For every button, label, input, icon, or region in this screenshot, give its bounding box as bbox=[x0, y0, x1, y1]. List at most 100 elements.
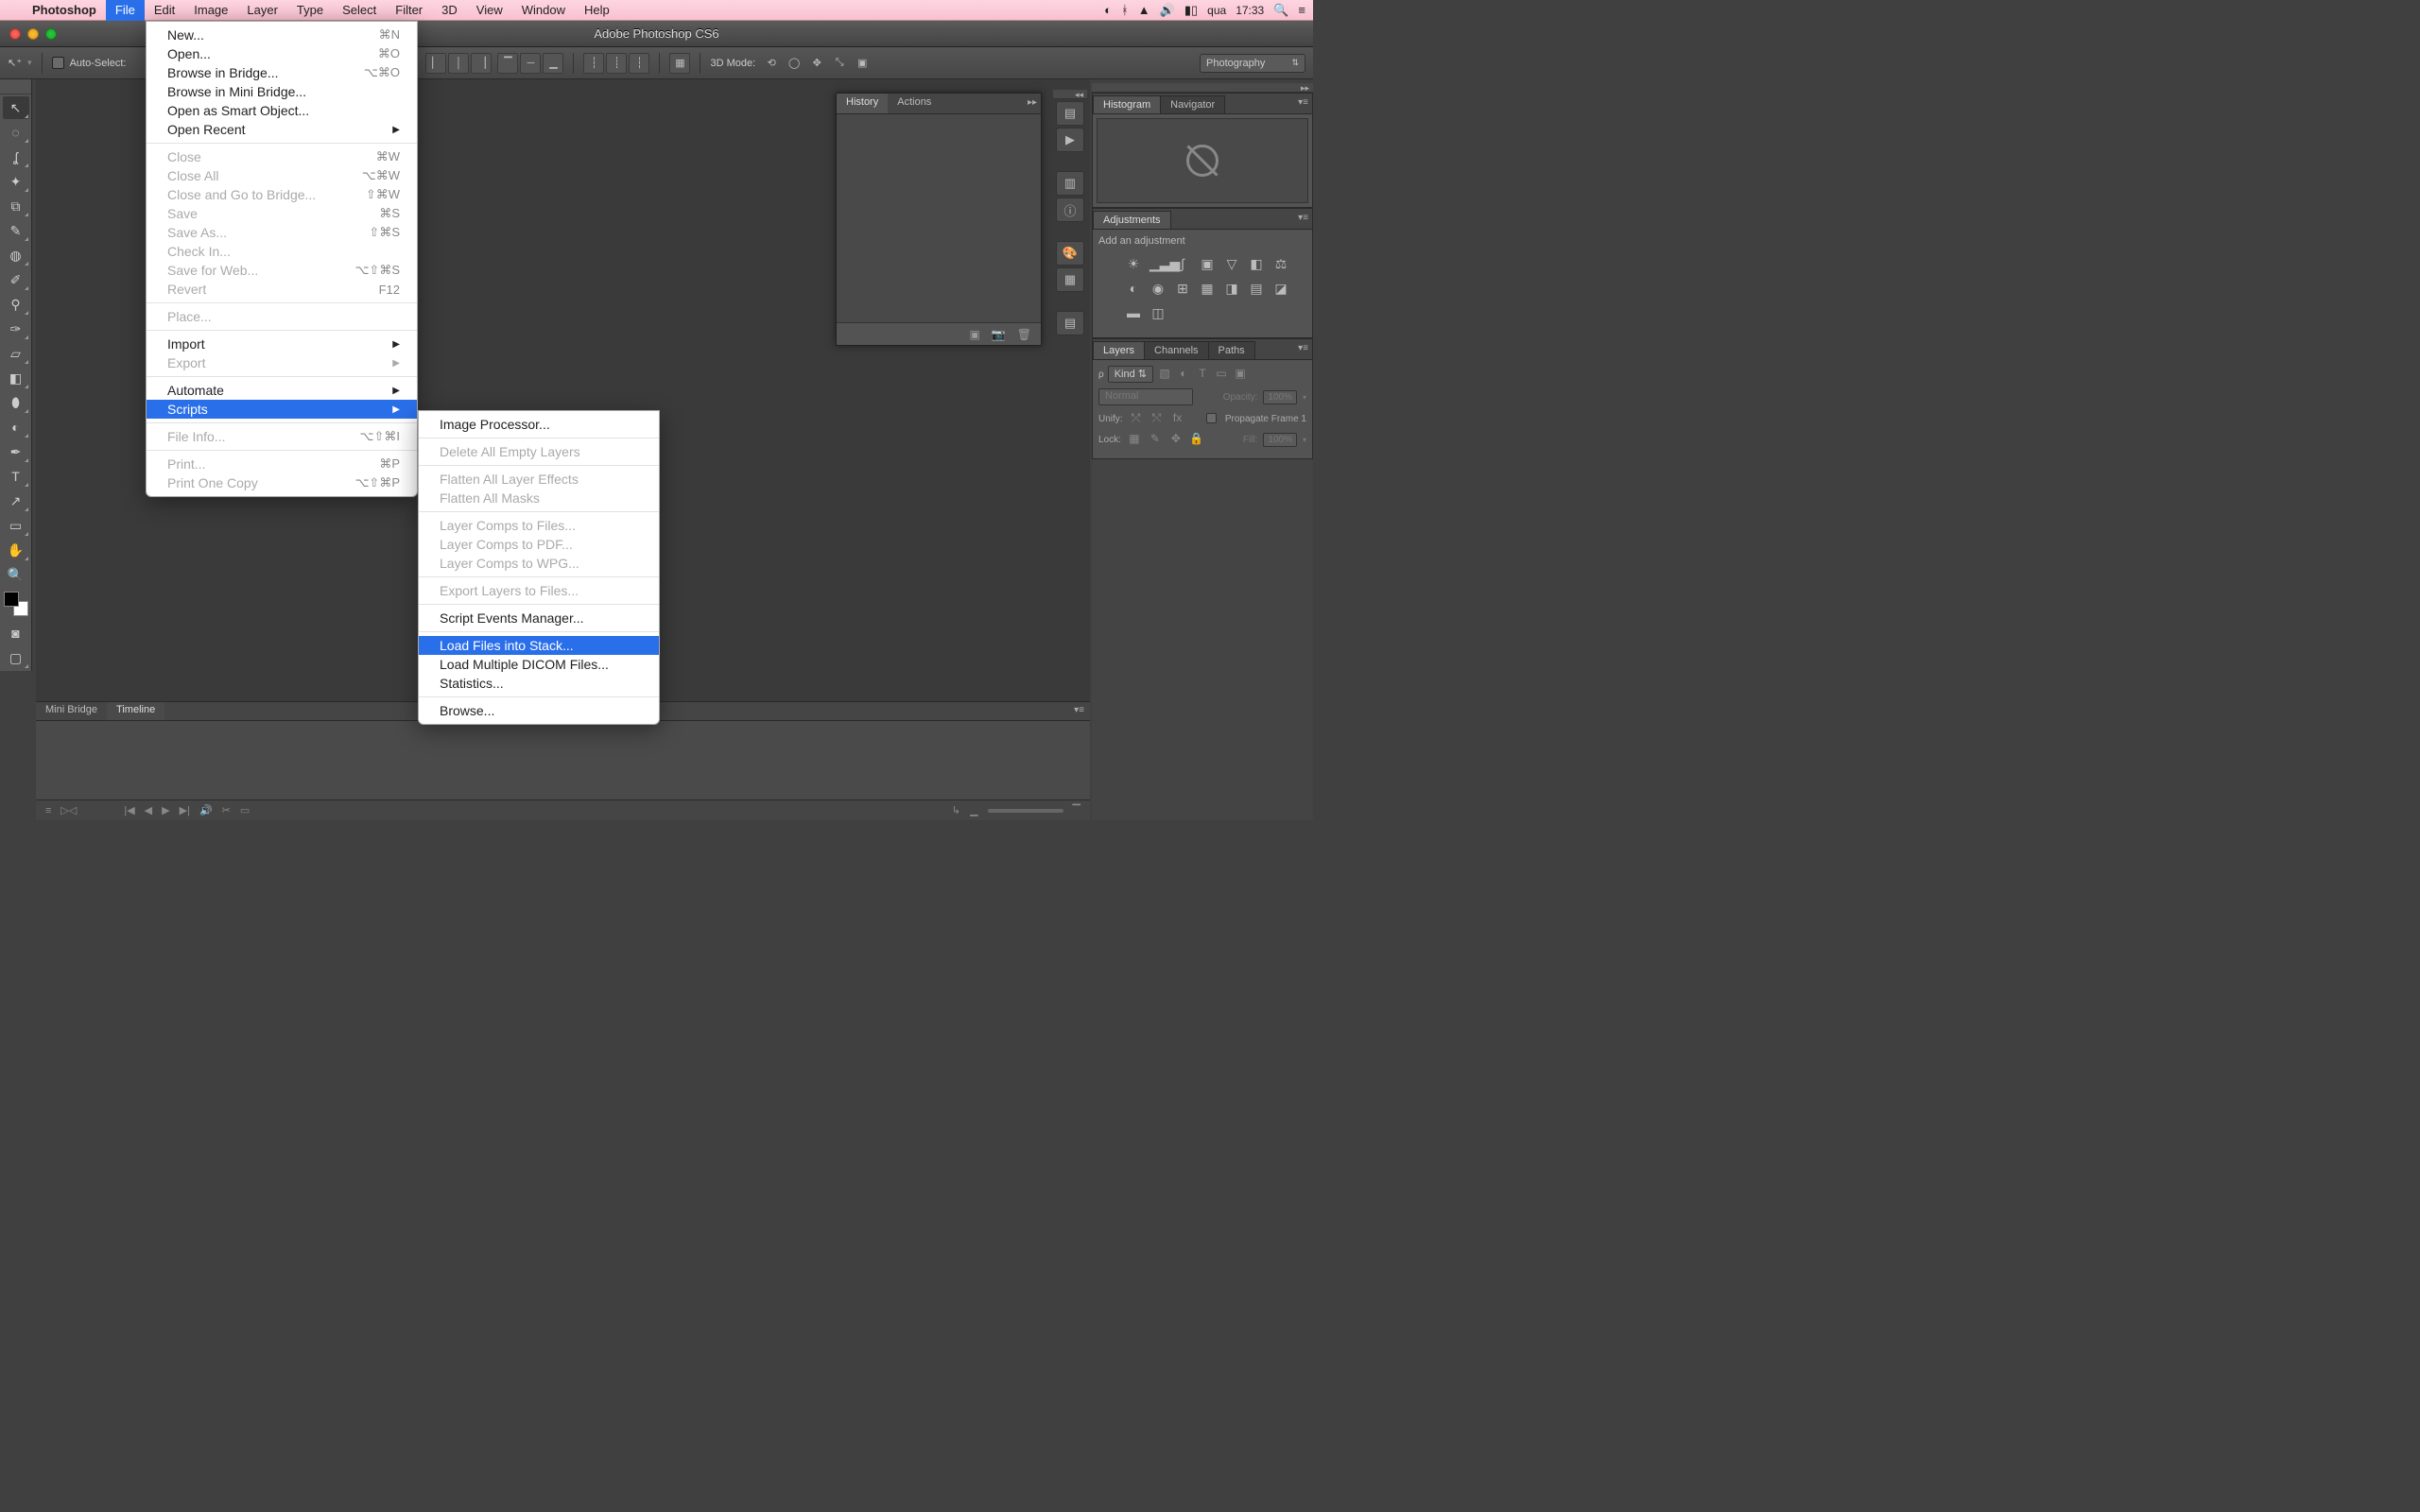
blend-mode-select[interactable]: Normal bbox=[1098, 388, 1193, 405]
zoom-out-icon[interactable]: ▁ bbox=[970, 804, 977, 816]
file-menu-new[interactable]: New...⌘N bbox=[147, 26, 417, 44]
libraries-panel-icon[interactable]: ▤ bbox=[1056, 311, 1084, 335]
menu-edit[interactable]: Edit bbox=[145, 0, 184, 21]
tab-adjustments[interactable]: Adjustments bbox=[1093, 211, 1171, 229]
foreground-color[interactable] bbox=[4, 592, 19, 607]
history-panel-icon[interactable]: ▤ bbox=[1056, 101, 1084, 126]
properties-panel-icon[interactable]: ▥ bbox=[1056, 171, 1084, 196]
hand-tool[interactable]: ✋ bbox=[3, 539, 29, 561]
tab-actions[interactable]: Actions bbox=[888, 94, 941, 113]
selective-color-icon[interactable]: ◫ bbox=[1150, 305, 1167, 322]
lock-image-icon[interactable]: ✎ bbox=[1148, 432, 1163, 447]
invert-icon[interactable]: ◨ bbox=[1223, 281, 1240, 298]
scripts-menu-statistics[interactable]: Statistics... bbox=[419, 674, 659, 693]
posterize-icon[interactable]: ▤ bbox=[1248, 281, 1265, 298]
align-center-v-icon[interactable]: ─ bbox=[520, 53, 541, 74]
eyedropper-tool[interactable]: ✎ bbox=[3, 219, 29, 242]
orbit-3d-icon[interactable]: ⟲ bbox=[761, 53, 782, 74]
clone-stamp-tool[interactable]: ⚲ bbox=[3, 293, 29, 316]
move-tool-icon[interactable]: ↖⁺ bbox=[8, 57, 22, 69]
blur-tool[interactable]: ⬮ bbox=[3, 391, 29, 414]
render-button[interactable]: ↳ bbox=[952, 804, 960, 816]
zoom-in-icon[interactable]: ▔ bbox=[1073, 804, 1080, 816]
history-list[interactable] bbox=[837, 114, 1041, 322]
crop-tool[interactable]: ⧉ bbox=[3, 195, 29, 217]
tab-paths[interactable]: Paths bbox=[1208, 341, 1255, 359]
opacity-field[interactable]: 100% bbox=[1263, 390, 1297, 404]
collapse-handle[interactable]: ◂◂ bbox=[1053, 90, 1087, 99]
window-close-button[interactable] bbox=[9, 28, 21, 40]
scripts-menu-script-events-manager[interactable]: Script Events Manager... bbox=[419, 609, 659, 627]
brightness-contrast-icon[interactable]: ☀ bbox=[1125, 256, 1142, 273]
bw-icon[interactable]: ◐ bbox=[1125, 281, 1142, 298]
menu-select[interactable]: Select bbox=[333, 0, 386, 21]
filter-shape-icon[interactable]: ▭ bbox=[1214, 367, 1229, 382]
pan-3d-icon[interactable]: ✥ bbox=[806, 53, 827, 74]
tab-navigator[interactable]: Navigator bbox=[1160, 95, 1225, 113]
exposure-icon[interactable]: ▣ bbox=[1199, 256, 1216, 273]
unify-style-icon[interactable]: fx bbox=[1170, 411, 1185, 426]
distribute-c-icon[interactable]: ┊ bbox=[606, 53, 627, 74]
color-panel-icon[interactable]: 🎨 bbox=[1056, 241, 1084, 266]
tab-histogram[interactable]: Histogram bbox=[1093, 95, 1161, 113]
distribute-v-icon[interactable]: ┆ bbox=[629, 53, 649, 74]
scale-3d-icon[interactable]: ▣ bbox=[852, 53, 873, 74]
menu-view[interactable]: View bbox=[467, 0, 512, 21]
levels-icon[interactable]: ▁▃▅ bbox=[1150, 256, 1167, 273]
volume-icon[interactable]: 🔊 bbox=[1160, 3, 1175, 18]
file-menu-scripts[interactable]: Scripts▶ bbox=[147, 400, 417, 419]
file-menu-import[interactable]: Import▶ bbox=[147, 335, 417, 353]
sync-icon[interactable]: ◐ bbox=[1104, 3, 1112, 17]
menu-file[interactable]: File bbox=[106, 0, 145, 21]
lasso-tool[interactable]: ʆ bbox=[3, 146, 29, 168]
history-collapse-icon[interactable]: ▸▸ bbox=[1028, 97, 1037, 108]
filter-pixel-icon[interactable]: ▧ bbox=[1157, 367, 1172, 382]
clock-time[interactable]: 17:33 bbox=[1236, 4, 1264, 17]
auto-select-checkbox[interactable] bbox=[52, 57, 64, 69]
first-frame-button[interactable]: |◀ bbox=[124, 804, 134, 816]
dock-collapse-handle[interactable]: ▸▸ bbox=[1092, 83, 1313, 93]
quick-mask-toggle[interactable]: ◙ bbox=[3, 622, 29, 644]
gradient-tool[interactable]: ◧ bbox=[3, 367, 29, 389]
tab-layers[interactable]: Layers bbox=[1093, 341, 1145, 359]
healing-brush-tool[interactable]: ◍ bbox=[3, 244, 29, 266]
scripts-menu-load-multiple-dicom-files[interactable]: Load Multiple DICOM Files... bbox=[419, 655, 659, 674]
tool-preset-dropdown[interactable]: ▾ bbox=[27, 58, 32, 68]
panel-menu-icon[interactable]: ▾≡ bbox=[1074, 705, 1084, 715]
pen-tool[interactable]: ✒ bbox=[3, 440, 29, 463]
audio-button[interactable]: 🔊 bbox=[199, 804, 213, 816]
scripts-menu-image-processor[interactable]: Image Processor... bbox=[419, 415, 659, 434]
new-document-from-state-icon[interactable]: ▣ bbox=[969, 328, 979, 341]
filter-adjust-icon[interactable]: ◐ bbox=[1176, 367, 1191, 382]
auto-align-icon[interactable]: ▦ bbox=[669, 53, 690, 74]
brush-tool[interactable]: ✐ bbox=[3, 268, 29, 291]
panel-menu-icon[interactable]: ▾≡ bbox=[1298, 97, 1308, 108]
file-menu-browse-in-mini-bridge[interactable]: Browse in Mini Bridge... bbox=[147, 82, 417, 101]
file-menu-automate[interactable]: Automate▶ bbox=[147, 381, 417, 400]
info-panel-icon[interactable]: ⓘ bbox=[1056, 198, 1084, 222]
filter-smart-icon[interactable]: ▣ bbox=[1233, 367, 1248, 382]
wifi-icon[interactable]: ▲ bbox=[1138, 3, 1150, 17]
unify-position-icon[interactable]: ⤱ bbox=[1129, 411, 1144, 426]
menu-filter[interactable]: Filter bbox=[386, 0, 432, 21]
color-lookup-icon[interactable]: ▦ bbox=[1199, 281, 1216, 298]
type-tool[interactable]: T bbox=[3, 465, 29, 488]
scripts-menu-load-files-into-stack[interactable]: Load Files into Stack... bbox=[419, 636, 659, 655]
threshold-icon[interactable]: ◪ bbox=[1272, 281, 1289, 298]
path-select-tool[interactable]: ↗ bbox=[3, 490, 29, 512]
delete-state-icon[interactable]: 🗑 bbox=[1017, 328, 1031, 341]
gradient-map-icon[interactable]: ▬ bbox=[1125, 305, 1142, 322]
file-menu-open[interactable]: Open...⌘O bbox=[147, 44, 417, 63]
bluetooth-icon[interactable]: ᚼ bbox=[1121, 3, 1129, 17]
layer-filter-kind[interactable]: Kind ⇅ bbox=[1108, 366, 1153, 383]
vibrance-icon[interactable]: ▽ bbox=[1223, 256, 1240, 273]
transition-button[interactable]: ▭ bbox=[240, 804, 250, 816]
split-button[interactable]: ✂ bbox=[222, 804, 231, 816]
toolbox-grip[interactable] bbox=[0, 85, 31, 94]
timeline-menu-icon[interactable]: ≡ bbox=[45, 805, 51, 816]
screen-mode-toggle[interactable]: ▢ bbox=[3, 646, 29, 669]
window-minimize-button[interactable] bbox=[27, 28, 39, 40]
file-menu-browse-in-bridge[interactable]: Browse in Bridge...⌥⌘O bbox=[147, 63, 417, 82]
color-balance-icon[interactable]: ⚖ bbox=[1272, 256, 1289, 273]
align-bottom-icon[interactable]: ▁ bbox=[543, 53, 563, 74]
